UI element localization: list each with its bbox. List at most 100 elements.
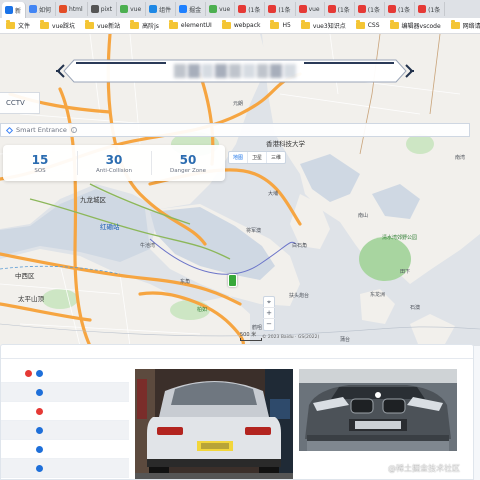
browser-tab[interactable]: (1条 <box>235 2 266 16</box>
tab-favicon-icon <box>238 5 247 13</box>
tab-favicon-icon <box>29 5 38 13</box>
tab-label: 如何 <box>39 6 52 14</box>
browser-tab[interactable]: 如何 <box>26 2 57 16</box>
status-dot <box>36 388 43 396</box>
folder-icon <box>6 20 15 29</box>
tab-label: vue <box>130 5 142 13</box>
zoom-out-button[interactable]: − <box>263 319 275 330</box>
folder-icon <box>168 20 178 29</box>
bookmark-label: 编辑器vscode <box>401 23 441 30</box>
stat-value: 30 <box>105 152 123 167</box>
event-row[interactable] <box>1 364 129 383</box>
tab-label: (1条 <box>278 6 291 14</box>
browser-tab[interactable]: vue <box>206 2 236 16</box>
event-row[interactable] <box>1 383 129 402</box>
browser-tab[interactable]: html <box>56 2 88 16</box>
browser-tab[interactable]: 组件 <box>146 2 177 16</box>
bookmark-item[interactable]: vue3知识点 <box>297 20 352 30</box>
folder-icon <box>355 20 365 29</box>
tab-favicon-icon <box>209 5 218 13</box>
browser-tab[interactable]: 新 <box>2 2 27 18</box>
stats-panel: 15 SOS 30 Anti-Collision 50 Danger Zone <box>3 145 225 181</box>
tab-favicon-icon <box>268 5 277 13</box>
map-label-hkust: 香港科技大学 <box>266 140 305 148</box>
bookmark-item[interactable]: vue踩坑 <box>36 20 81 30</box>
bookmark-label: CSS <box>367 22 380 29</box>
zoom-in-button[interactable]: + <box>263 308 275 319</box>
event-row[interactable] <box>1 421 129 440</box>
bookmark-item[interactable]: vue新站 <box>81 20 126 30</box>
map-label-tai-po: 大埔 <box>268 191 279 197</box>
browser-tab[interactable]: (1条 <box>325 2 355 16</box>
stat-item[interactable]: 30 Anti-Collision <box>77 145 151 181</box>
bookmark-item[interactable]: 编辑器vscode <box>386 20 447 30</box>
event-row[interactable] <box>1 402 129 421</box>
bookmark-item[interactable]: webpack <box>218 20 267 29</box>
map-type-button[interactable]: 地图 <box>229 152 249 163</box>
map-type-button[interactable]: 三维 <box>267 152 285 163</box>
tab-label: (1条 <box>248 6 261 14</box>
bookmark-item[interactable]: 文件 <box>2 20 36 30</box>
event-row[interactable] <box>1 440 129 459</box>
tab-favicon-icon <box>149 5 158 13</box>
bookmarks-bar: 文件 vue踩坑 vue新站 高阶js elementUI webpack H5 vue3知识… <box>0 18 480 34</box>
status-dot <box>36 407 43 415</box>
tab-label: html <box>69 5 83 13</box>
browser-tab[interactable]: 掘金 <box>176 2 207 16</box>
bookmark-item[interactable]: 高阶js <box>126 20 165 30</box>
browser-tab[interactable]: pixt <box>88 2 118 16</box>
tab-favicon-icon <box>387 5 396 13</box>
tab-label: (1条 <box>428 6 441 14</box>
vehicle-photo-front[interactable] <box>299 369 457 451</box>
stat-item[interactable]: 15 SOS <box>3 145 77 181</box>
map-label-dongjiao: 东角 <box>180 279 191 285</box>
event-row[interactable] <box>1 459 129 478</box>
browser-tab[interactable]: (1条 <box>385 2 416 16</box>
tab-label: 组件 <box>159 6 172 14</box>
tab-favicon-icon <box>120 5 129 13</box>
map-type-button[interactable]: 卫星 <box>248 152 268 163</box>
folder-icon <box>221 20 231 29</box>
bookmark-item[interactable]: 网络请求 <box>447 20 480 30</box>
map-label-ngau-chi: 牛池湾 <box>140 243 156 249</box>
info-icon[interactable]: i <box>70 127 77 133</box>
bookmark-item[interactable]: H5 <box>266 20 296 29</box>
browser-tab[interactable]: (1条 <box>355 2 385 16</box>
smart-entrance-bar[interactable]: Smart Entrance i <box>0 123 470 137</box>
tab-label: (1条 <box>367 6 380 14</box>
status-dot <box>36 369 43 377</box>
bookmark-label: vue踩坑 <box>52 23 76 30</box>
bookmark-item[interactable]: CSS <box>352 20 386 29</box>
browser-tab[interactable]: (1条 <box>415 2 446 16</box>
vehicle-photo-rear[interactable] <box>135 369 293 479</box>
bookmark-label: vue新站 <box>97 23 121 30</box>
bookmark-label: vue3知识点 <box>312 23 346 30</box>
folder-icon <box>85 20 95 29</box>
diamond-icon <box>5 126 14 134</box>
cctv-button[interactable]: CCTV <box>0 92 40 114</box>
status-dot <box>36 426 43 434</box>
stat-label: Anti-Collision <box>96 167 132 174</box>
status-dot <box>25 369 32 377</box>
map-label-bay: 白石角 <box>292 243 308 249</box>
map-label-kowloon-city: 九龙城区 <box>80 196 106 204</box>
map-label-tung-lung: 东龙洲 <box>370 292 386 298</box>
folder-icon <box>270 20 280 29</box>
stat-value: 50 <box>179 152 197 167</box>
stat-item[interactable]: 50 Danger Zone <box>151 145 225 181</box>
locate-icon[interactable]: ⌖ <box>263 297 275 308</box>
bookmark-item[interactable]: elementUI <box>165 20 218 29</box>
browser-tab-bar: 新 如何 html pixt vue 组件 掘金 vue (1条 (1条 vue (1条 (1条 (1条 (… <box>0 0 480 18</box>
tab-favicon-icon <box>179 5 188 13</box>
map-label-stanley: 鹤咀 <box>252 325 263 331</box>
tab-favicon-icon <box>418 5 427 13</box>
vehicle-marker-icon[interactable] <box>228 274 237 287</box>
map-view[interactable]: 元朗 香港科技大学 九龙城区 红磡站 中西区 太平山顶 东角 柏如 大埔 白石角… <box>0 34 480 346</box>
browser-tab[interactable]: vue <box>117 2 147 16</box>
status-dot <box>36 464 43 472</box>
browser-tab[interactable]: (1条 <box>265 2 296 16</box>
browser-tab[interactable]: vue <box>296 2 325 16</box>
event-panel <box>0 344 474 480</box>
tab-favicon-icon <box>298 5 307 13</box>
tab-favicon-icon <box>90 5 99 13</box>
